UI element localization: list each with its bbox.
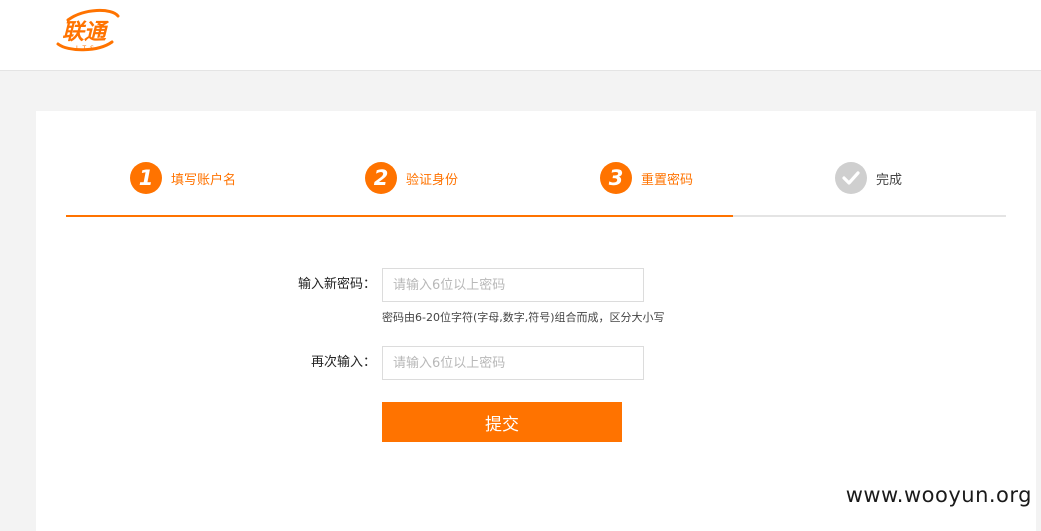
logo-text: 联通	[62, 20, 110, 45]
step-label-reset-password: 重置密码	[641, 169, 693, 188]
submit-button[interactable]: 提交	[382, 402, 622, 442]
brand-logo[interactable]: 联通 LTS	[54, 6, 122, 56]
new-password-input[interactable]	[382, 268, 644, 302]
logo-subtext: LTS	[76, 45, 98, 52]
progress-fill	[66, 215, 733, 217]
reset-password-card: 1 填写账户名 2 验证身份 3 重置密码 完成 输入新密码： 密码由6-20位…	[36, 111, 1036, 531]
new-password-label: 输入新密码：	[176, 268, 376, 302]
step-number-3: 3	[600, 162, 632, 194]
step-reset-password: 3 重置密码	[600, 161, 693, 195]
step-label-complete: 完成	[876, 169, 902, 188]
confirm-password-input[interactable]	[382, 346, 644, 380]
step-label-fill-account: 填写账户名	[171, 169, 236, 188]
step-indicator: 1 填写账户名 2 验证身份 3 重置密码 完成	[66, 151, 1006, 217]
password-rule-hint: 密码由6-20位字符(字母,数字,符号)组合而成，区分大小写	[382, 309, 665, 325]
step-number-2: 2	[365, 162, 397, 194]
step-complete: 完成	[835, 161, 902, 195]
step-verify-identity: 2 验证身份	[365, 161, 458, 195]
check-icon	[835, 162, 867, 194]
confirm-password-label: 再次输入：	[176, 346, 376, 380]
step-number-1: 1	[130, 162, 162, 194]
step-label-verify-identity: 验证身份	[406, 169, 458, 188]
watermark-text: www.wooyun.org	[846, 483, 1032, 507]
progress-track	[66, 215, 1006, 217]
step-fill-account: 1 填写账户名	[130, 161, 236, 195]
top-header: 联通 LTS	[0, 0, 1041, 71]
